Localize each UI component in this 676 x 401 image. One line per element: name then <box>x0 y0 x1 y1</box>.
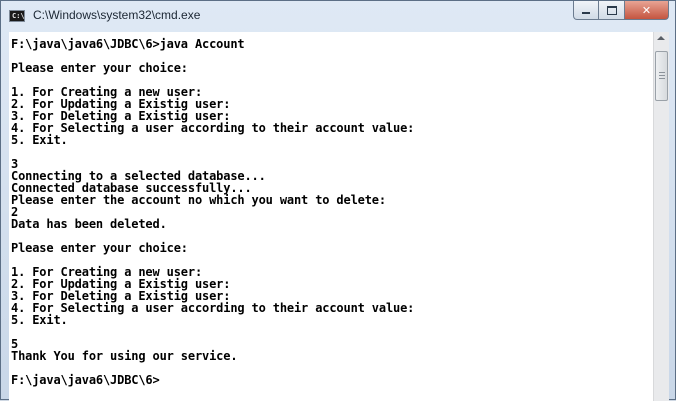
close-button[interactable]: ✕ <box>625 1 669 20</box>
minimize-icon <box>582 12 590 14</box>
console-text: F:\java\java6\JDBC\6>java Account Please… <box>11 37 415 387</box>
grip-line <box>659 72 665 73</box>
scroll-up-icon[interactable] <box>657 36 665 40</box>
grip-line <box>659 78 665 79</box>
scroll-thumb[interactable] <box>655 51 668 101</box>
maximize-button[interactable] <box>599 1 625 20</box>
console-output[interactable]: F:\java\java6\JDBC\6>java Account Please… <box>9 32 653 401</box>
window-controls: ✕ <box>573 1 669 21</box>
minimize-button[interactable] <box>573 1 599 20</box>
title-bar[interactable]: C:\ C:\Windows\system32\cmd.exe ✕ <box>1 1 675 31</box>
maximize-icon <box>606 5 617 15</box>
vertical-scrollbar[interactable] <box>653 32 669 401</box>
grip-line <box>659 75 665 76</box>
window-title: C:\Windows\system32\cmd.exe <box>33 8 201 22</box>
console-window: C:\ C:\Windows\system32\cmd.exe ✕ F:\jav… <box>0 0 676 401</box>
cmd-icon[interactable]: C:\ <box>9 10 25 22</box>
close-icon: ✕ <box>641 3 652 17</box>
cmd-icon-text: C:\ <box>12 12 25 20</box>
